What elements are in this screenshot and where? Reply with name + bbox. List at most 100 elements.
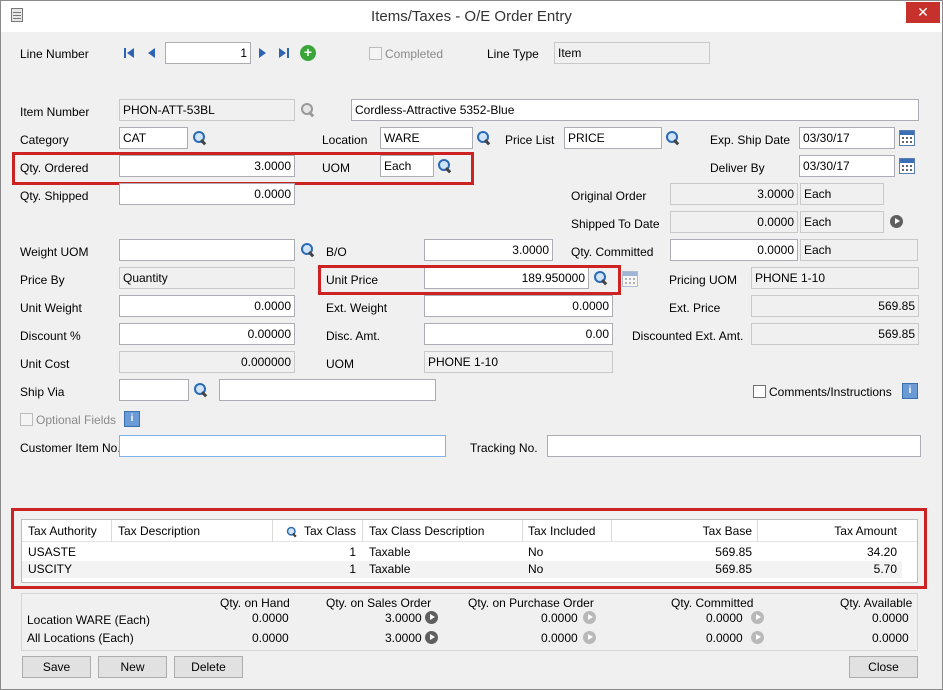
shipped-to-date-uom: Each <box>800 211 884 233</box>
exp-ship-date-input[interactable]: 03/30/17 <box>799 127 895 149</box>
last-record-icon[interactable] <box>278 47 290 59</box>
all-committed-drilldown-icon[interactable] <box>751 631 764 644</box>
discount-pct-input[interactable]: 0.00000 <box>119 323 295 345</box>
ext-weight-input[interactable]: 0.0000 <box>424 295 613 317</box>
item-description-input[interactable]: Cordless-Attractive 5352-Blue <box>351 99 919 121</box>
price-by-select[interactable]: Quantity <box>119 267 295 289</box>
add-line-icon[interactable]: + <box>300 45 316 61</box>
weight-uom-finder-icon[interactable] <box>300 242 316 258</box>
delete-button[interactable]: Delete <box>174 656 243 678</box>
qty-committed-header: Qty. Committed <box>671 596 754 610</box>
customer-item-no-label: Customer Item No. <box>20 441 121 455</box>
pricing-uom-label: Pricing UOM <box>669 273 738 287</box>
price-list-finder-icon[interactable] <box>665 130 681 146</box>
item-finder-icon[interactable] <box>300 102 316 118</box>
qty-committed-uom: Each <box>800 239 918 261</box>
location-on-sales-order-value: 3.0000 <box>385 611 422 625</box>
all-locations-quantities-label: All Locations (Each) <box>27 631 134 645</box>
location-purchase-order-drilldown-icon[interactable] <box>583 611 596 624</box>
original-order-uom: Each <box>800 183 884 205</box>
qty-on-purchase-order-header: Qty. on Purchase Order <box>468 596 594 610</box>
unit-cost-label: Unit Cost <box>20 357 70 371</box>
disc-ext-amt-label: Discounted Ext. Amt. <box>632 329 744 343</box>
completed-checkbox[interactable] <box>369 47 382 60</box>
category-finder-icon[interactable] <box>192 130 208 146</box>
bo-input[interactable]: 3.0000 <box>424 239 553 261</box>
exp-ship-date-calendar-icon[interactable] <box>899 130 915 146</box>
comments-label: Comments/Instructions <box>769 385 892 399</box>
ext-price-label: Ext. Price <box>669 301 721 315</box>
deliver-by-calendar-icon[interactable] <box>899 158 915 174</box>
location-committed-value: 0.0000 <box>706 611 743 625</box>
unit-weight-label: Unit Weight <box>20 301 82 315</box>
all-on-purchase-order-value: 0.0000 <box>541 631 578 645</box>
all-committed-value: 0.0000 <box>706 631 743 645</box>
discount-pct-label: Discount % <box>20 329 81 343</box>
location-committed-drilldown-icon[interactable] <box>751 611 764 624</box>
optional-fields-checkbox[interactable] <box>20 413 33 426</box>
save-button[interactable]: Save <box>22 656 91 678</box>
location-on-purchase-order-value: 0.0000 <box>541 611 578 625</box>
location-input[interactable]: WARE <box>380 127 473 149</box>
deliver-by-input[interactable]: 03/30/17 <box>799 155 895 177</box>
line-number-input[interactable]: 1 <box>165 42 251 64</box>
qty-on-hand-header: Qty. on Hand <box>220 596 290 610</box>
shipped-to-date-label: Shipped To Date <box>571 217 660 231</box>
line-type-label: Line Type <box>487 47 539 61</box>
ship-via-finder-icon[interactable] <box>193 382 209 398</box>
exp-ship-date-label: Exp. Ship Date <box>710 133 791 147</box>
line-number-label: Line Number <box>20 47 89 61</box>
close-button[interactable]: Close <box>849 656 918 678</box>
price-calculator-icon[interactable] <box>622 271 638 287</box>
all-on-hand-value: 0.0000 <box>252 631 289 645</box>
comments-checkbox[interactable] <box>753 385 766 398</box>
qty-committed-label: Qty. Committed <box>571 245 654 259</box>
location-finder-icon[interactable] <box>476 130 492 146</box>
previous-record-icon[interactable] <box>146 47 158 59</box>
first-record-icon[interactable] <box>124 47 136 59</box>
optional-fields-detail-icon[interactable]: i <box>124 411 140 427</box>
ship-via-label: Ship Via <box>20 385 65 399</box>
price-by-label: Price By <box>20 273 65 287</box>
bo-label: B/O <box>326 245 347 259</box>
uom2-label: UOM <box>326 357 354 371</box>
qty-shipped-input[interactable]: 0.0000 <box>119 183 295 205</box>
item-number-input[interactable]: PHON-ATT-53BL <box>119 99 295 121</box>
price-list-input[interactable]: PRICE <box>564 127 662 149</box>
price-list-label: Price List <box>505 133 555 147</box>
tracking-no-label: Tracking No. <box>470 441 538 455</box>
qty-committed-input[interactable]: 0.0000 <box>670 239 798 261</box>
close-window-button[interactable]: ✕ <box>906 2 940 23</box>
customer-item-no-input[interactable] <box>119 435 446 457</box>
shipped-to-date-drilldown-icon[interactable] <box>890 215 903 228</box>
category-input[interactable]: CAT <box>119 127 188 149</box>
ship-via-description-input[interactable] <box>219 379 436 401</box>
order-entry-window: Items/Taxes - O/E Order Entry ✕ Line Num… <box>0 0 943 690</box>
unit-weight-input[interactable]: 0.0000 <box>119 295 295 317</box>
location-sales-order-drilldown-icon[interactable] <box>425 611 438 624</box>
location-available-value: 0.0000 <box>872 611 909 625</box>
tracking-no-input[interactable] <box>547 435 921 457</box>
all-purchase-order-drilldown-icon[interactable] <box>583 631 596 644</box>
disc-amt-input[interactable]: 0.00 <box>424 323 613 345</box>
original-order-value: 3.0000 <box>670 183 798 205</box>
qty-available-header: Qty. Available <box>840 596 913 610</box>
pricing-uom-value: PHONE 1-10 <box>751 267 919 289</box>
location-quantities-label: Location WARE (Each) <box>27 613 150 627</box>
all-sales-order-drilldown-icon[interactable] <box>425 631 438 644</box>
uom2-value: PHONE 1-10 <box>424 351 613 373</box>
line-type-select[interactable]: Item <box>554 42 710 64</box>
disc-amt-label: Disc. Amt. <box>326 329 381 343</box>
comments-detail-icon[interactable]: i <box>902 383 918 399</box>
next-record-icon[interactable] <box>257 47 269 59</box>
ship-via-input[interactable] <box>119 379 189 401</box>
completed-label: Completed <box>385 47 444 61</box>
location-label: Location <box>322 133 368 147</box>
window-title: Items/Taxes - O/E Order Entry <box>371 8 572 25</box>
weight-uom-input[interactable] <box>119 239 295 261</box>
category-label: Category <box>20 133 69 147</box>
disc-ext-amt-value: 569.85 <box>751 323 919 345</box>
ext-price-value: 569.85 <box>751 295 919 317</box>
qty-on-sales-order-header: Qty. on Sales Order <box>326 596 432 610</box>
new-button[interactable]: New <box>98 656 167 678</box>
